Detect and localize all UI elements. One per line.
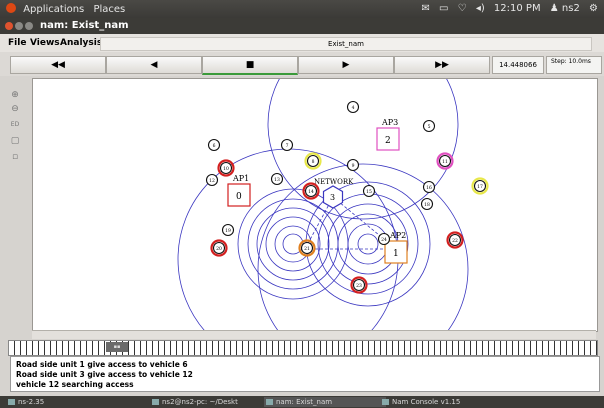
user-icon[interactable]: ♟ <box>550 3 559 14</box>
network-label: NETWORK <box>314 178 354 186</box>
battery-icon[interactable]: ▭ <box>439 3 448 14</box>
panel-menus: Applications Places <box>6 3 125 15</box>
log-line-2: Road side unit 3 give access to vehicle … <box>16 370 193 379</box>
vehicle-node-label: 19 <box>225 228 231 234</box>
vehicle-node-label: 14 <box>308 189 314 195</box>
access-point-label: AP2 <box>389 231 406 240</box>
time-slider[interactable]: ▪▪ <box>8 340 598 356</box>
annotation-log: Road side unit 1 give access to vehicle … <box>10 356 600 392</box>
volume-icon[interactable]: ◂) <box>476 3 485 14</box>
vehicle-node-label: 4 <box>352 105 355 111</box>
time-slider-thumb[interactable]: ▪▪ <box>106 342 128 352</box>
vehicle-node-label: 22 <box>452 238 458 244</box>
animation-canvas[interactable]: AP1 0 AP2 1 AP3 2 NETWORK 3 4 5 6 7 8 9 10 11 12 13 14 15 1… <box>32 78 598 332</box>
minimize-icon[interactable] <box>15 22 23 30</box>
network-topology: AP1 0 AP2 1 AP3 2 NETWORK 3 4 5 6 7 8 9 10 11 12 13 14 15 1… <box>177 79 489 331</box>
zoom-out-icon[interactable]: ⊖ <box>9 104 21 114</box>
applications-menu[interactable]: Applications <box>23 4 84 15</box>
user-name[interactable]: ns2 <box>562 3 580 14</box>
step-label: Step: 10.0ms <box>551 58 591 65</box>
places-menu[interactable]: Places <box>93 4 125 15</box>
wifi-icon[interactable]: ♡ <box>458 3 467 14</box>
menu-views[interactable]: Views <box>30 38 60 48</box>
vehicle-node-label: 7 <box>286 143 289 149</box>
vehicle-node-label: 17 <box>477 184 483 190</box>
vehicle-node-label: 8 <box>312 159 315 165</box>
monitor-icon[interactable]: ▢ <box>9 136 21 146</box>
access-point-id: 1 <box>393 249 399 259</box>
play-button[interactable]: ▶ <box>298 56 394 74</box>
ubuntu-logo-icon <box>6 3 16 13</box>
trace-filename: Exist_nam <box>100 37 592 51</box>
range-circle <box>357 233 379 255</box>
mail-icon[interactable]: ✉ <box>421 3 429 14</box>
edit-icon[interactable]: ED <box>9 120 21 130</box>
step-slider[interactable]: Step: 10.0ms <box>546 56 602 74</box>
step-back-button[interactable]: ◀ <box>106 56 202 74</box>
window-titlebar: nam: Exist_nam <box>0 18 604 34</box>
vehicle-node-label: 15 <box>366 189 372 195</box>
top-panel: Applications Places ✉ ▭ ♡ ◂) 12:10 PM ♟ … <box>0 0 604 18</box>
window-title: nam: Exist_nam <box>40 20 129 31</box>
menubar: File Views Analysis Exist_nam <box>0 34 604 52</box>
stop-button[interactable]: ■ <box>202 56 298 75</box>
time-display: 14.448066 <box>492 56 544 74</box>
zoom-toolbar: ⊕ ⊖ ED ▢ ▫ <box>0 78 32 330</box>
access-point-id: 0 <box>236 192 242 202</box>
fast-forward-button[interactable]: ▶▶ <box>394 56 490 74</box>
zoom-in-icon[interactable]: ⊕ <box>9 90 21 100</box>
vehicle-node-label: 16 <box>426 185 432 191</box>
taskbar: ns-2.35 ns2@ns2-pc: ~/Deskt nam: Exist_n… <box>0 396 604 408</box>
vehicle-node-label: 24 <box>381 237 387 243</box>
log-line-1: Road side unit 1 give access to vehicle … <box>16 360 188 369</box>
vehicle-node-label: 6 <box>213 143 216 149</box>
maximize-icon[interactable] <box>25 22 33 30</box>
close-icon[interactable] <box>5 22 13 30</box>
vehicle-node-label: 10 <box>223 166 229 172</box>
canvas-scrollbar[interactable] <box>32 330 596 339</box>
vehicle-node-label: 18 <box>424 202 430 208</box>
vehicle-node-label: 23 <box>356 283 362 289</box>
vehicle-node-label: 5 <box>428 124 431 130</box>
vehicle-node-label: 20 <box>216 246 222 252</box>
playback-toolbar: ◀◀ ◀ ■ ▶ ▶▶ 14.448066 Step: 10.0ms <box>0 52 604 76</box>
task-terminal[interactable]: ns2@ns2-pc: ~/Deskt <box>150 397 270 407</box>
vehicle-node-label: 11 <box>442 159 448 165</box>
log-line-3: vehicle 12 searching access <box>16 380 134 389</box>
network-id: 3 <box>330 193 335 202</box>
vehicle-node-label: 12 <box>209 178 215 184</box>
access-point-label: AP3 <box>381 118 398 127</box>
access-point-label: AP1 <box>232 174 249 183</box>
range-circle <box>265 216 321 272</box>
vehicle-node-label: 21 <box>304 246 310 252</box>
vehicle-node-label: 9 <box>352 163 355 169</box>
clock[interactable]: 12:10 PM <box>494 3 541 14</box>
menu-analysis[interactable]: Analysis <box>60 38 102 48</box>
layout-icon[interactable]: ▫ <box>9 152 21 162</box>
rewind-button[interactable]: ◀◀ <box>10 56 106 74</box>
task-nam[interactable]: nam: Exist_nam <box>264 397 386 407</box>
vehicle-node-label: 13 <box>274 177 280 183</box>
task-nam-console[interactable]: Nam Console v1.15 <box>380 397 512 407</box>
access-point-id: 2 <box>385 136 391 146</box>
menu-file[interactable]: File <box>8 38 26 48</box>
task-ns-folder[interactable]: ns-2.35 <box>6 397 118 407</box>
gear-icon[interactable]: ⚙ <box>589 3 598 14</box>
panel-indicators: ✉ ▭ ♡ ◂) 12:10 PM ♟ ns2 ⚙ <box>421 3 598 14</box>
